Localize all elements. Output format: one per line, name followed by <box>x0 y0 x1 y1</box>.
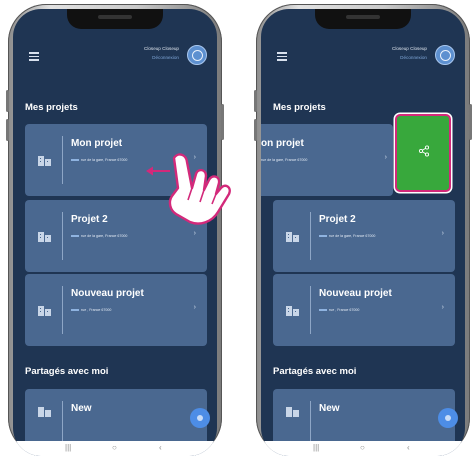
logout-link[interactable]: Déconnexion <box>152 55 179 60</box>
home-icon[interactable]: ○ <box>112 443 117 452</box>
section-title-my-projects: Mes projets <box>273 102 326 113</box>
building-icon <box>286 407 299 417</box>
notch <box>67 9 163 29</box>
chevron-right-icon: › <box>441 304 444 311</box>
user-avatar-icon[interactable] <box>435 45 455 65</box>
speaker <box>346 15 380 19</box>
section-title-my-projects: Mes projets <box>25 102 78 113</box>
building-icon <box>38 407 51 417</box>
power-button <box>221 104 224 140</box>
hamburger-icon[interactable] <box>29 52 39 63</box>
building-icon <box>38 306 51 316</box>
project-address: rue , France 67000 <box>319 308 359 312</box>
project-title: Nouveau projet <box>71 288 144 299</box>
section-title-shared: Partagés avec moi <box>273 366 357 377</box>
recent-apps-icon[interactable]: ||| <box>313 443 319 452</box>
project-card[interactable]: Nouveau projet rue , France 67000 › <box>273 274 455 346</box>
volume-button <box>6 90 9 112</box>
project-card-swiped[interactable]: on projet rue de la gare, France 67000 › <box>261 124 393 196</box>
project-address: rue de la gare, France 67000 <box>261 158 308 162</box>
project-title: Nouveau projet <box>319 288 392 299</box>
notch <box>315 9 411 29</box>
card-divider <box>310 212 311 260</box>
pointing-hand-icon <box>168 153 231 225</box>
project-address: rue de la gare, France 67000 <box>71 158 127 162</box>
volume-button <box>6 119 9 141</box>
phone-right: Closeup Closeup Déconnexion Mes projets … <box>254 4 472 456</box>
chevron-right-icon: › <box>193 304 196 311</box>
project-title: Projet 2 <box>71 214 108 225</box>
hamburger-icon[interactable] <box>277 52 287 63</box>
building-icon <box>38 232 51 242</box>
app-screen: Closeup Closeup Déconnexion Mes projets … <box>261 9 465 456</box>
user-name: Closeup Closeup <box>392 46 427 51</box>
phone-left: Closeup Closeup Déconnexion Mes projets … <box>6 4 224 456</box>
add-icon[interactable] <box>438 408 458 428</box>
share-icon <box>418 145 430 157</box>
section-title-shared: Partagés avec moi <box>25 366 109 377</box>
user-name: Closeup Closeup <box>144 46 179 51</box>
building-icon <box>286 232 299 242</box>
project-title: New <box>319 403 340 414</box>
add-icon[interactable] <box>190 408 210 428</box>
card-divider <box>310 286 311 334</box>
chevron-right-icon: › <box>384 154 387 161</box>
share-action-button[interactable] <box>395 114 451 192</box>
project-card[interactable]: Nouveau projet rue , France 67000 › <box>25 274 207 346</box>
system-nav-bar: ||| ○ ‹ <box>13 441 217 456</box>
app-screen: Closeup Closeup Déconnexion Mes projets … <box>13 9 217 456</box>
card-divider <box>62 136 63 184</box>
back-icon[interactable]: ‹ <box>159 443 162 452</box>
home-icon[interactable]: ○ <box>360 443 365 452</box>
card-divider <box>62 212 63 260</box>
volume-button <box>254 119 257 141</box>
chevron-right-icon: › <box>193 230 196 237</box>
building-icon <box>38 156 51 166</box>
recent-apps-icon[interactable]: ||| <box>65 443 71 452</box>
chevron-right-icon: › <box>441 230 444 237</box>
project-address: rue de la gare, France 67000 <box>71 234 127 238</box>
project-card[interactable]: Projet 2 rue de la gare, France 67000 › <box>273 200 455 272</box>
user-avatar-icon[interactable] <box>187 45 207 65</box>
logout-link[interactable]: Déconnexion <box>400 55 427 60</box>
project-address: rue , France 67000 <box>71 308 111 312</box>
project-address: rue de la gare, France 67000 <box>319 234 375 238</box>
building-icon <box>286 306 299 316</box>
project-title: Mon projet <box>71 138 123 149</box>
back-icon[interactable]: ‹ <box>407 443 410 452</box>
volume-button <box>254 90 257 112</box>
system-nav-bar: ||| ○ ‹ <box>261 441 465 456</box>
speaker <box>98 15 132 19</box>
project-title: Projet 2 <box>319 214 356 225</box>
project-title: on projet <box>261 138 304 149</box>
project-title: New <box>71 403 92 414</box>
card-divider <box>62 286 63 334</box>
